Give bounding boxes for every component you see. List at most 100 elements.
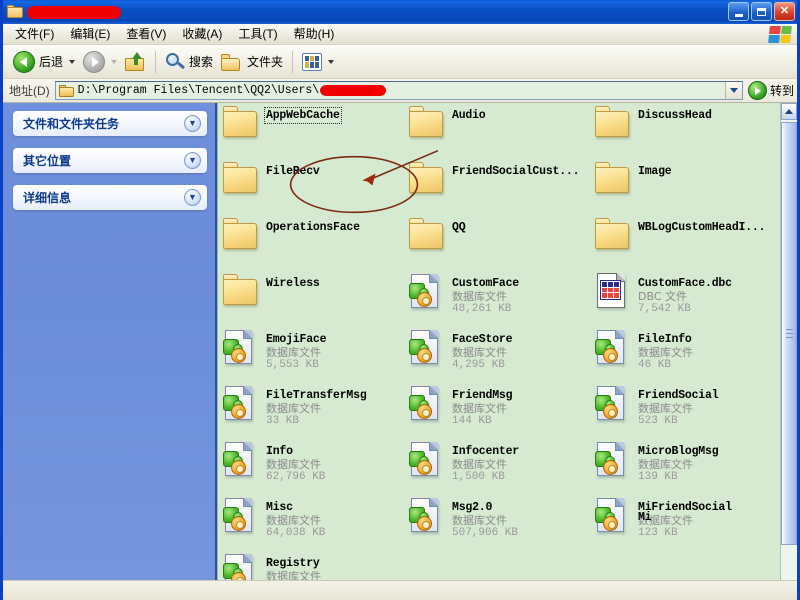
folder-item[interactable]: Audio	[404, 103, 590, 159]
file-item-meta: Info数据库文件62,796 KB	[266, 439, 325, 484]
forward-button[interactable]	[79, 48, 121, 76]
window-controls: ✕	[728, 2, 795, 21]
file-item-meta: MicroBlogMsg数据库文件139 KB	[638, 439, 718, 484]
toolbar-separator-2	[292, 51, 293, 73]
file-item[interactable]: CustomFace数据库文件48,261 KB	[404, 271, 590, 327]
file-item[interactable]: Registry数据库文件	[218, 551, 404, 580]
file-name: FriendMsg	[452, 389, 512, 402]
file-name: OperationsFace	[266, 221, 360, 234]
folder-item[interactable]: QQ	[404, 215, 590, 271]
file-name: Audio	[452, 109, 486, 122]
file-item[interactable]: FaceStore数据库文件4,295 KB	[404, 327, 590, 383]
chevron-double-down-icon[interactable]: ▼	[184, 189, 201, 206]
file-item[interactable]: Infocenter数据库文件1,500 KB	[404, 439, 590, 495]
file-name: Registry	[266, 557, 321, 570]
search-button[interactable]: 搜索	[161, 48, 217, 76]
back-button[interactable]: 后退	[9, 48, 79, 76]
window-title-bar: ✕	[3, 0, 797, 24]
file-size-label: 144 KB	[452, 415, 512, 428]
database-file-icon	[404, 495, 448, 535]
folder-item[interactable]: Image	[590, 159, 776, 215]
file-item[interactable]: FriendMsg数据库文件144 KB	[404, 383, 590, 439]
scrollbar-thumb[interactable]	[781, 122, 797, 545]
forward-arrow-icon	[83, 51, 105, 73]
file-name: WBLogCustomHeadI...	[638, 221, 765, 234]
file-type-label: 数据库文件	[638, 458, 718, 471]
sidebar-panel-other-places[interactable]: 其它位置 ▼	[13, 148, 207, 173]
address-label: 地址(D)	[9, 82, 50, 99]
chevron-double-down-icon[interactable]: ▼	[184, 152, 201, 169]
views-button[interactable]	[298, 48, 338, 76]
file-item-meta: Audio	[452, 103, 486, 122]
file-type-label: 数据库文件	[638, 402, 718, 415]
address-input[interactable]: D:\Program Files\Tencent\QQ2\Users\	[55, 81, 743, 100]
file-item-meta: OperationsFace	[266, 215, 360, 234]
file-item[interactable]: EmojiFace数据库文件5,553 KB	[218, 327, 404, 383]
menu-item-help[interactable]: 帮助(H)	[286, 25, 343, 44]
folder-item[interactable]: FriendSocialCust...	[404, 159, 590, 215]
minimize-button[interactable]	[728, 2, 749, 21]
menu-item-tools[interactable]: 工具(T)	[230, 25, 285, 44]
views-dropdown-caret-icon[interactable]	[328, 60, 334, 64]
file-item[interactable]: FileInfo数据库文件46 KB	[590, 327, 776, 383]
file-name: FriendSocialCust...	[452, 165, 579, 178]
menu-item-edit[interactable]: 编辑(E)	[62, 25, 118, 44]
chevron-double-down-icon[interactable]: ▼	[184, 115, 201, 132]
file-name: FileTransferMsg	[266, 389, 367, 402]
sidebar-panel-title: 文件和文件夹任务	[23, 115, 184, 132]
folder-icon	[7, 5, 23, 19]
file-item[interactable]: CustomFace.dbcDBC 文件7,542 KB	[590, 271, 776, 327]
address-bar: 地址(D) D:\Program Files\Tencent\QQ2\Users…	[3, 79, 797, 103]
folder-item[interactable]: WBLogCustomHeadI...	[590, 215, 776, 271]
sidebar-panel-file-tasks[interactable]: 文件和文件夹任务 ▼	[13, 111, 207, 136]
file-item[interactable]: Msg2.0数据库文件507,906 KB	[404, 495, 590, 551]
menu-item-view[interactable]: 查看(V)	[118, 25, 174, 44]
address-dropdown-button[interactable]	[725, 81, 742, 100]
database-file-icon	[218, 439, 262, 479]
database-file-icon	[590, 327, 634, 367]
folders-label: 文件夹	[247, 53, 283, 70]
folder-icon	[590, 159, 634, 199]
sidebar-panel-details[interactable]: 详细信息 ▼	[13, 185, 207, 210]
file-item-meta: Misc数据库文件64,038 KB	[266, 495, 325, 540]
folder-item[interactable]: FileRecv	[218, 159, 404, 215]
up-one-level-button[interactable]	[121, 48, 150, 76]
file-grid: AppWebCache Audio DiscussHead FileRecv Frien…	[218, 103, 780, 580]
file-item[interactable]: Info数据库文件62,796 KB	[218, 439, 404, 495]
file-item[interactable]: MicroBlogMsg数据库文件139 KB	[590, 439, 776, 495]
back-dropdown-caret-icon[interactable]	[69, 60, 75, 64]
file-item-meta: EmojiFace数据库文件5,553 KB	[266, 327, 326, 372]
scroll-up-arrow-icon[interactable]	[781, 103, 797, 120]
database-file-icon	[404, 327, 448, 367]
file-item[interactable]: Misc数据库文件64,038 KB	[218, 495, 404, 551]
toolbar: 后退 搜索 文件夹	[3, 45, 797, 79]
file-item[interactable]: FileTransferMsg数据库文件33 KB	[218, 383, 404, 439]
database-file-icon	[218, 327, 262, 367]
maximize-button[interactable]	[751, 2, 772, 21]
file-item[interactable]: FriendSocial数据库文件523 KB	[590, 383, 776, 439]
file-item-meta: CustomFace.dbcDBC 文件7,542 KB	[638, 271, 732, 316]
folders-button[interactable]: 文件夹	[217, 48, 287, 76]
file-type-label: 数据库文件	[452, 346, 512, 359]
folder-item[interactable]: AppWebCache	[218, 103, 404, 159]
scrollbar-track[interactable]	[781, 120, 797, 580]
menu-item-file[interactable]: 文件(F)	[7, 25, 62, 44]
folder-item[interactable]: Wireless	[218, 271, 404, 327]
folder-icon	[404, 103, 448, 143]
folders-icon	[221, 53, 243, 71]
file-type-label: 数据库文件	[452, 402, 512, 415]
folder-item[interactable]: DiscussHead	[590, 103, 776, 159]
go-arrow-icon	[748, 81, 767, 100]
file-item[interactable]: MiFriendSocialMi数据库文件123 KB	[590, 495, 776, 551]
file-list-view[interactable]: AppWebCache Audio DiscussHead FileRecv Frien…	[217, 103, 797, 580]
file-size-label: 507,906 KB	[452, 527, 518, 540]
go-button[interactable]: 转到	[748, 81, 794, 100]
vertical-scrollbar[interactable]	[780, 103, 797, 580]
close-button[interactable]: ✕	[774, 2, 795, 21]
file-item-meta: FriendSocial数据库文件523 KB	[638, 383, 718, 428]
file-size-label: 123 KB	[638, 527, 732, 540]
task-pane: 文件和文件夹任务 ▼ 其它位置 ▼ 详细信息 ▼	[3, 103, 217, 580]
folder-item[interactable]: OperationsFace	[218, 215, 404, 271]
database-file-icon	[218, 551, 262, 580]
menu-item-favorites[interactable]: 收藏(A)	[174, 25, 230, 44]
